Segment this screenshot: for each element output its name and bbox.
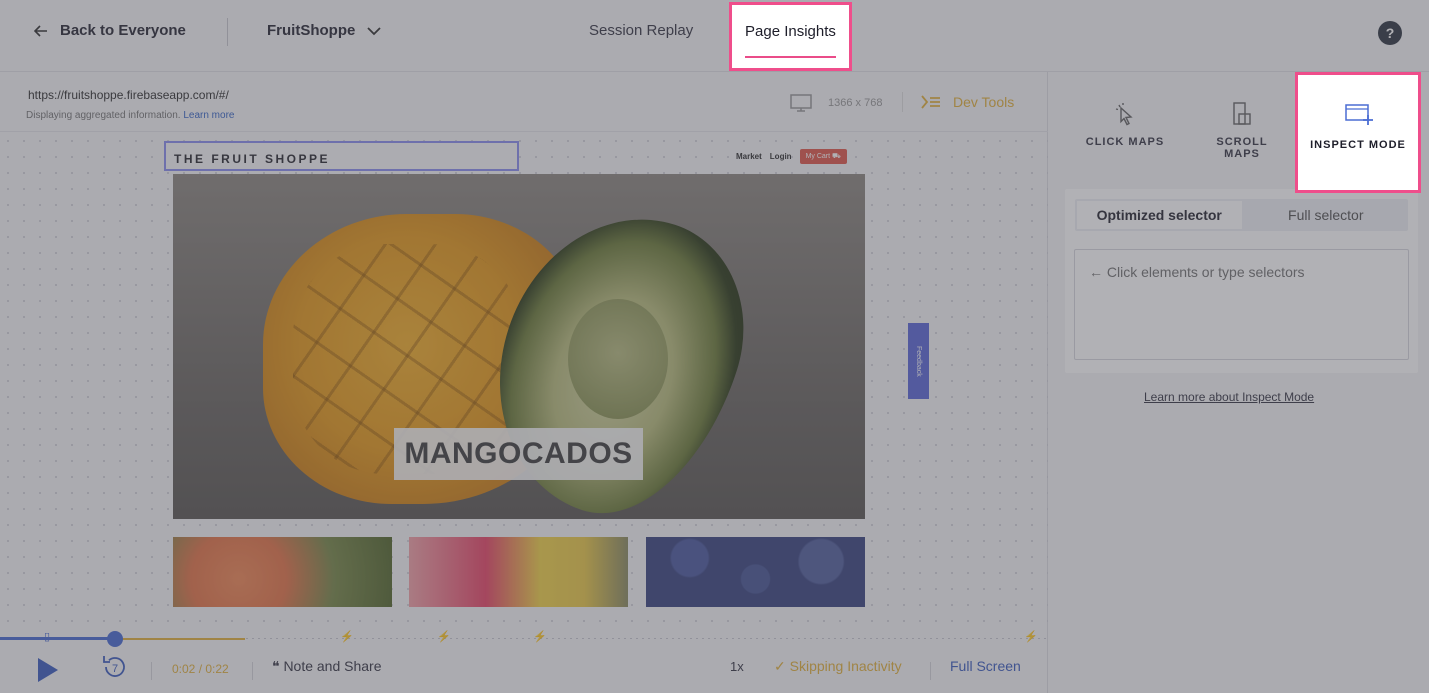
quote-icon: ❝ <box>272 658 280 674</box>
active-pointer <box>1348 172 1372 186</box>
lightning-icon: ⚡ <box>1024 631 1038 643</box>
inspect-mode-label: INSPECT MODE <box>1310 139 1406 151</box>
page-preview: THE FRUIT SHOPPE Market Login My Cart ⛟ … <box>0 133 1048 628</box>
divider <box>151 662 152 680</box>
aggregated-text: Displaying aggregated information. <box>26 110 181 121</box>
tab-optimized-selector[interactable]: Optimized selector <box>1077 201 1242 229</box>
product-thumbnail[interactable] <box>409 537 628 607</box>
dev-tools-label: Dev Tools <box>953 94 1015 110</box>
lightning-icon: ⚡ <box>533 631 547 643</box>
playback-speed-button[interactable]: 1x <box>730 659 744 674</box>
selector-tabs: Optimized selector Full selector <box>1075 199 1408 231</box>
product-thumbnail[interactable] <box>646 537 865 607</box>
time-separator: / <box>195 662 206 676</box>
product-thumbnail[interactable] <box>173 537 392 607</box>
note-and-share-button[interactable]: ❝ Note and Share <box>272 658 382 675</box>
site-title: THE FRUIT SHOPPE <box>174 152 331 166</box>
site-name: FruitShoppe <box>267 22 356 39</box>
timeline-progress <box>0 637 115 640</box>
skip-inactivity-toggle[interactable]: ✓ Skipping Inactivity <box>774 658 902 675</box>
click-maps-label: CLICK MAPS <box>1085 136 1165 148</box>
page-url: https://fruitshoppe.firebaseapp.com/#/ <box>28 88 229 102</box>
skip-inactivity-label: Skipping Inactivity <box>789 658 902 674</box>
tab-page-insights-label: Page Insights <box>745 23 836 40</box>
page-event-icon: ▯ <box>44 631 51 643</box>
timeline[interactable]: ▯ ⚡ ⚡ ⚡ ⚡ <box>0 628 1048 650</box>
divider <box>930 662 931 680</box>
resolution-value: 1366 x 768 <box>828 97 883 109</box>
full-screen-button[interactable]: Full Screen <box>950 658 1021 674</box>
dev-tools-icon <box>921 95 940 109</box>
back-label: Back to Everyone <box>60 22 186 39</box>
chevron-down-icon <box>367 26 381 35</box>
scroll-maps-button[interactable]: SCROLL MAPS <box>1197 102 1287 160</box>
aggregated-info: Displaying aggregated information. Learn… <box>26 110 234 121</box>
divider <box>902 92 903 112</box>
help-icon[interactable]: ? <box>1378 21 1402 45</box>
nav-login[interactable]: Login <box>770 152 792 161</box>
cursor-click-icon <box>1115 103 1133 126</box>
tab-full-selector[interactable]: Full selector <box>1244 199 1409 231</box>
learn-more-link[interactable]: Learn more <box>183 110 234 121</box>
tab-session-replay[interactable]: Session Replay <box>589 22 693 39</box>
play-icon[interactable] <box>38 658 58 682</box>
hero-label: MANGOCADOS <box>394 428 643 480</box>
feedback-tab[interactable]: Feedback <box>908 323 929 399</box>
active-tab-underline <box>745 56 836 58</box>
selector-box: Optimized selector Full selector <box>1065 189 1418 373</box>
check-icon: ✓ <box>774 658 786 674</box>
scroll-map-icon <box>1233 102 1251 125</box>
note-and-share-label: Note and Share <box>283 658 382 674</box>
hero-image: MANGOCADOS <box>173 174 865 519</box>
back-to-everyone-link[interactable]: Back to Everyone <box>34 22 186 39</box>
site-nav: Market Login My Cart ⛟ <box>736 149 847 164</box>
playback-time: 0:02 / 0:22 <box>172 662 229 676</box>
dev-tools-button[interactable]: Dev Tools <box>921 94 1014 110</box>
divider <box>227 18 228 46</box>
nav-market[interactable]: Market <box>736 152 762 161</box>
lightning-icon: ⚡ <box>340 631 354 643</box>
avocado-pit <box>568 299 668 419</box>
learn-more-inspect-link[interactable]: Learn more about Inspect Mode <box>1144 390 1314 404</box>
lightning-icon: ⚡ <box>437 631 451 643</box>
replay-seconds: 7 <box>112 663 118 675</box>
replay-stage: https://fruitshoppe.firebaseapp.com/#/ D… <box>0 72 1048 693</box>
click-maps-button[interactable]: CLICK MAPS <box>1085 102 1165 148</box>
cart-label: My Cart <box>805 153 831 160</box>
replay-7-icon[interactable]: 7 <box>100 652 130 682</box>
resolution-indicator: 1366 x 768 <box>790 94 882 112</box>
monitor-icon <box>790 94 812 112</box>
total-time: 0:22 <box>205 662 229 676</box>
arrow-left-icon <box>34 24 47 37</box>
site-header-highlight[interactable]: THE FRUIT SHOPPE <box>164 141 519 171</box>
cart-button[interactable]: My Cart ⛟ <box>799 149 847 164</box>
scroll-maps-label: SCROLL MAPS <box>1216 136 1268 160</box>
divider <box>252 662 253 680</box>
top-bar: Back to Everyone FruitShoppe Session Rep… <box>0 0 1429 72</box>
timeline-buffer <box>115 638 245 640</box>
url-bar: https://fruitshoppe.firebaseapp.com/#/ D… <box>0 72 1048 132</box>
inspect-icon <box>1345 104 1373 125</box>
current-time: 0:02 <box>172 662 196 676</box>
timeline-scrubber[interactable] <box>107 631 123 647</box>
site-selector[interactable]: FruitShoppe <box>267 22 381 39</box>
selector-input[interactable] <box>1074 249 1409 360</box>
tab-page-insights[interactable]: Page Insights <box>729 2 852 71</box>
player-controls: 7 0:02 / 0:22 ❝ Note and Share 1x ✓ Skip… <box>0 650 1048 693</box>
